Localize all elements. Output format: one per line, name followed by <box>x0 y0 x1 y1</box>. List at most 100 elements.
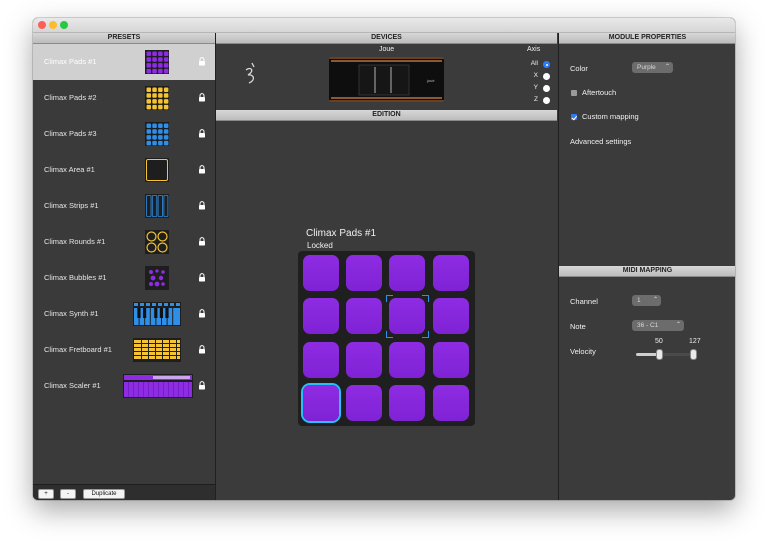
pad[interactable] <box>433 342 469 378</box>
preset-item[interactable]: Climax Synth #1 <box>33 296 215 332</box>
lock-icon[interactable] <box>198 165 206 174</box>
preset-label: Climax Area #1 <box>44 165 95 174</box>
pad[interactable] <box>433 385 469 421</box>
pad[interactable] <box>389 385 425 421</box>
slider-min-handle[interactable] <box>657 350 663 359</box>
custom-mapping-checkbox[interactable] <box>571 114 577 120</box>
lock-icon[interactable] <box>198 57 206 66</box>
pad[interactable] <box>346 298 382 334</box>
pads-yellow-thumb <box>145 86 169 110</box>
preset-item[interactable]: Climax Rounds #1 <box>33 224 215 260</box>
zoom-window-button[interactable] <box>60 21 68 29</box>
lock-icon[interactable] <box>198 345 206 354</box>
note-stepper[interactable]: 36 - C1 ⌃ <box>632 320 684 331</box>
center-panel: DEVICES Joue joué Axis All X Y Z EDITION… <box>216 33 557 500</box>
slider-max-handle[interactable] <box>691 350 696 359</box>
color-select-value: Purple <box>637 64 656 71</box>
axis-option-x[interactable]: X <box>522 72 552 82</box>
remove-preset-button[interactable]: - <box>60 489 76 499</box>
aftertouch-checkbox[interactable] <box>571 90 577 96</box>
lock-icon[interactable] <box>198 201 206 210</box>
pad-selected[interactable] <box>303 385 339 421</box>
presets-header: PRESETS <box>33 33 215 44</box>
preset-item[interactable]: Climax Area #1 <box>33 152 215 188</box>
preset-item[interactable]: Climax Scaler #1 <box>33 368 215 404</box>
pad[interactable] <box>303 255 339 291</box>
edition-header: EDITION <box>216 110 557 121</box>
presets-footer: + - Duplicate <box>33 484 215 500</box>
pad[interactable] <box>389 342 425 378</box>
lock-icon[interactable] <box>198 309 206 318</box>
axis-label: All <box>530 60 538 67</box>
preset-label: Climax Fretboard #1 <box>44 345 112 354</box>
axis-label: Y <box>533 84 538 91</box>
right-panel: MODULE PROPERTIES Color Purple ⌃ Afterto… <box>558 33 735 500</box>
synth-keyboard-thumb <box>133 302 181 326</box>
preset-item[interactable]: Climax Pads #2 <box>33 80 215 116</box>
pad[interactable] <box>346 342 382 378</box>
aftertouch-label: Aftertouch <box>582 88 617 97</box>
lock-icon[interactable] <box>198 93 206 102</box>
pad[interactable] <box>303 298 339 334</box>
radio-selected[interactable] <box>543 61 550 68</box>
pad-focused[interactable] <box>389 298 425 334</box>
stepper-icon: ⌃ <box>675 322 681 328</box>
preset-item[interactable]: Climax Pads #3 <box>33 116 215 152</box>
radio-unselected[interactable] <box>543 73 550 80</box>
channel-label: Channel <box>570 297 598 306</box>
preset-item[interactable]: Climax Bubbles #1 <box>33 260 215 296</box>
strips-thumb <box>145 194 169 218</box>
pads-blue-thumb <box>145 122 169 146</box>
joue-logo-icon <box>245 62 255 84</box>
pad[interactable] <box>389 255 425 291</box>
preset-label: Climax Pads #3 <box>44 129 97 138</box>
note-label: Note <box>570 322 586 331</box>
custom-mapping-label: Custom mapping <box>582 112 639 121</box>
axis-title: Axis <box>527 46 541 53</box>
focus-corner <box>386 295 393 302</box>
lock-icon[interactable] <box>198 273 206 282</box>
velocity-max-value: 127 <box>689 338 701 345</box>
rounds-thumb <box>145 230 169 254</box>
preset-item[interactable]: Climax Strips #1 <box>33 188 215 224</box>
preset-label: Climax Scaler #1 <box>44 381 101 390</box>
pad[interactable] <box>346 385 382 421</box>
preset-label: Climax Synth #1 <box>44 309 99 318</box>
pads-purple-thumb <box>145 50 169 74</box>
pad[interactable] <box>346 255 382 291</box>
focus-corner <box>386 331 393 338</box>
minimize-window-button[interactable] <box>49 21 57 29</box>
axis-option-all[interactable]: All <box>522 60 552 70</box>
pad[interactable] <box>433 298 469 334</box>
velocity-min-value: 50 <box>655 338 663 345</box>
preset-label: Climax Pads #2 <box>44 93 97 102</box>
add-preset-button[interactable]: + <box>38 489 54 499</box>
preset-label: Climax Rounds #1 <box>44 237 106 246</box>
radio-unselected[interactable] <box>543 85 550 92</box>
edition-area: Climax Pads #1 Locked <box>216 121 557 500</box>
edition-preset-status: Locked <box>307 241 333 250</box>
preset-item[interactable]: Climax Fretboard #1 <box>33 332 215 368</box>
axis-option-z[interactable]: Z <box>522 96 552 106</box>
focus-corner <box>422 295 429 302</box>
close-window-button[interactable] <box>38 21 46 29</box>
preset-item[interactable]: Climax Pads #1 <box>33 44 215 80</box>
lock-icon[interactable] <box>198 237 206 246</box>
devices-header: DEVICES <box>216 33 557 44</box>
color-select[interactable]: Purple ⌃ <box>632 62 673 73</box>
pad[interactable] <box>303 342 339 378</box>
channel-stepper[interactable]: 1 ⌃ <box>632 295 661 306</box>
velocity-range-slider[interactable] <box>636 350 696 360</box>
lock-icon[interactable] <box>198 381 206 390</box>
duplicate-preset-button[interactable]: Duplicate <box>83 489 125 499</box>
pad[interactable] <box>433 255 469 291</box>
lock-icon[interactable] <box>198 129 206 138</box>
svg-text:joué: joué <box>426 78 435 83</box>
advanced-settings-link[interactable]: Advanced settings <box>570 137 631 146</box>
note-value: 36 - C1 <box>637 322 659 329</box>
velocity-label: Velocity <box>570 347 596 356</box>
axis-option-y[interactable]: Y <box>522 84 552 94</box>
radio-unselected[interactable] <box>543 97 550 104</box>
stepper-icon: ⌃ <box>664 64 670 70</box>
joue-device-image[interactable]: joué <box>329 57 444 102</box>
